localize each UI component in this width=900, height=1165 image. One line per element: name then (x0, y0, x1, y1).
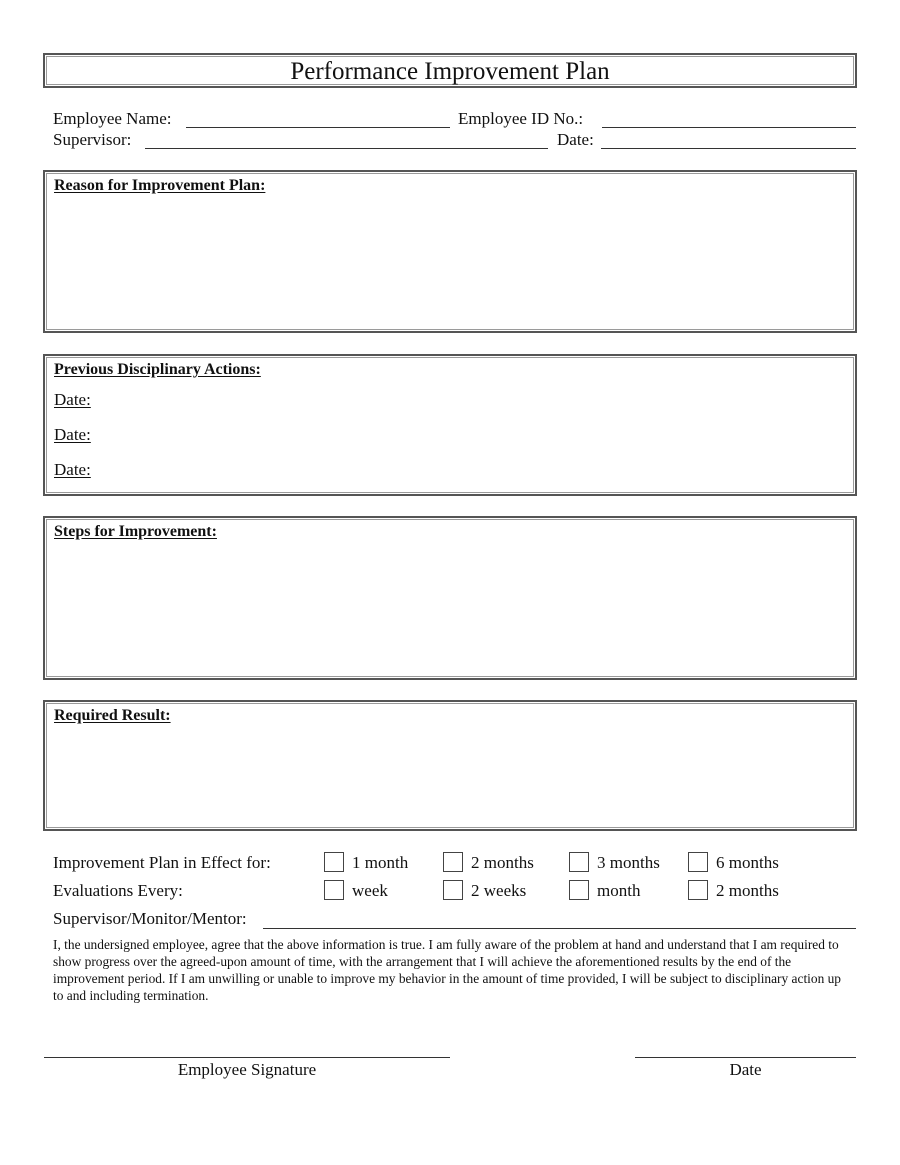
employee-signature-line[interactable] (44, 1057, 450, 1058)
employee-signature-label: Employee Signature (177, 1060, 317, 1079)
reason-section-title: Reason for Improvement Plan: (54, 177, 266, 194)
supervisor-label: Supervisor: (53, 130, 132, 149)
duration-6-months-checkbox[interactable] (688, 852, 708, 872)
date-label: Date: (557, 130, 594, 149)
previous-action-date-2: Date: (54, 425, 91, 444)
eval-month-checkbox[interactable] (569, 880, 589, 900)
date-field[interactable] (601, 148, 856, 149)
previous-action-date-1: Date: (54, 390, 91, 409)
required-result-section[interactable]: Required Result: (43, 700, 857, 831)
employee-id-label: Employee ID No.: (458, 109, 584, 128)
previous-actions-section[interactable]: Previous Disciplinary Actions: Date: Dat… (43, 354, 857, 496)
agreement-text: I, the undersigned employee, agree that … (53, 937, 842, 1003)
employee-name-field[interactable] (186, 127, 450, 128)
duration-1-month-label: 1 month (352, 853, 409, 872)
eval-week-label: week (352, 881, 388, 900)
employee-name-label: Employee Name: (53, 109, 172, 128)
page-title: Performance Improvement Plan (290, 58, 610, 85)
required-result-title: Required Result: (54, 707, 171, 724)
supervisor-field[interactable] (145, 148, 548, 149)
duration-3-months-label: 3 months (597, 853, 660, 872)
duration-1-month-checkbox[interactable] (324, 852, 344, 872)
previous-action-date-3: Date: (54, 460, 91, 479)
previous-actions-title: Previous Disciplinary Actions: (54, 361, 261, 378)
signature-date-label: Date (729, 1060, 762, 1079)
employee-id-field[interactable] (602, 127, 856, 128)
duration-2-months-label: 2 months (471, 853, 534, 872)
duration-6-months-label: 6 months (716, 853, 779, 872)
steps-section[interactable]: Steps for Improvement: (43, 516, 857, 680)
eval-2-weeks-checkbox[interactable] (443, 880, 463, 900)
mentor-field[interactable] (263, 928, 856, 929)
eval-2-months-checkbox[interactable] (688, 880, 708, 900)
title-box: Performance Improvement Plan (43, 53, 857, 88)
eval-2-weeks-label: 2 weeks (471, 881, 527, 900)
plan-duration-label: Improvement Plan in Effect for: (53, 853, 271, 872)
eval-2-months-label: 2 months (716, 881, 779, 900)
mentor-label: Supervisor/Monitor/Mentor: (53, 909, 247, 928)
steps-section-title: Steps for Improvement: (54, 523, 217, 540)
evaluations-label: Evaluations Every: (53, 881, 183, 900)
eval-week-checkbox[interactable] (324, 880, 344, 900)
reason-section[interactable]: Reason for Improvement Plan: (43, 170, 857, 333)
signature-date-line[interactable] (635, 1057, 856, 1058)
duration-3-months-checkbox[interactable] (569, 852, 589, 872)
eval-month-label: month (597, 881, 641, 900)
duration-2-months-checkbox[interactable] (443, 852, 463, 872)
